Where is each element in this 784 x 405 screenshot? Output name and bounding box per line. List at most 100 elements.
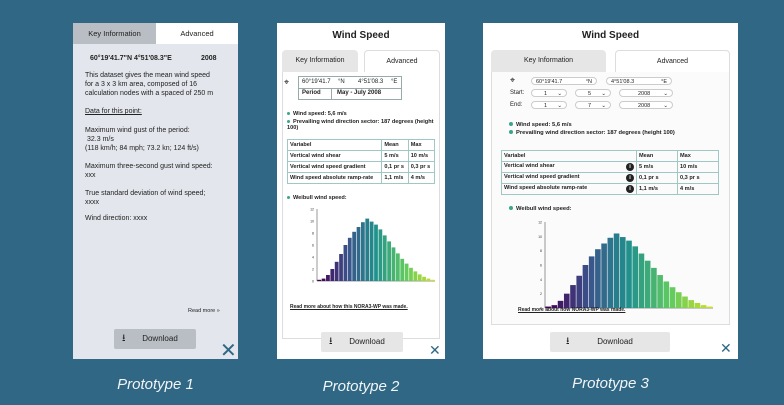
read-more-link[interactable]: Read more about how this NORA3-WP was ma…: [290, 304, 408, 310]
start-label: Start:: [510, 90, 525, 96]
y-tick-label: 6: [312, 244, 314, 248]
chart-bar: [613, 233, 620, 308]
info-icon[interactable]: i: [626, 174, 634, 182]
chart-bar: [374, 224, 378, 281]
three-second-gust-value: xxx: [85, 172, 96, 179]
end-year-value: 2008: [638, 103, 651, 109]
chart-bar: [626, 240, 632, 308]
chart-bar: [663, 281, 670, 308]
chart-bar: [430, 279, 435, 281]
chart-bar: [317, 279, 322, 281]
end-year-select[interactable]: 2008 ⌄: [619, 101, 673, 109]
start-month-value: 5: [588, 91, 592, 97]
chevron-down-icon: ⌄: [601, 103, 606, 109]
close-icon[interactable]: ✕: [720, 341, 732, 355]
download-button[interactable]: ⭳ Download: [550, 332, 670, 352]
gust-conversions: (118 km/h; 84 mph; 73.2 kn; 124 ft/s): [85, 145, 199, 152]
chart-bar: [570, 285, 576, 308]
end-month-select[interactable]: 7 ⌄: [575, 101, 611, 109]
chevron-down-icon: ⌄: [663, 103, 668, 109]
start-year-select[interactable]: 2008 ⌄: [619, 89, 673, 97]
chart-bar: [409, 267, 413, 281]
col-mean: Mean: [636, 150, 678, 162]
start-month-select[interactable]: 5 ⌄: [575, 89, 611, 97]
chart-bar: [365, 218, 370, 281]
end-day-select[interactable]: 1 ⌄: [531, 101, 567, 109]
chart-bar: [675, 292, 682, 308]
y-tick-label: 0: [312, 280, 314, 284]
y-tick-label: 8: [312, 232, 314, 236]
chart-bar: [400, 258, 405, 281]
table-header-row: Variabel Mean Max: [501, 150, 719, 162]
info-icon[interactable]: i: [626, 163, 634, 171]
tab-key-information[interactable]: Key Information: [491, 50, 606, 72]
tab-advanced[interactable]: Advanced: [364, 50, 440, 72]
period-value: May - July 2008: [337, 90, 382, 96]
end-day-value: 1: [544, 103, 548, 109]
col-max: Max: [677, 150, 719, 162]
chart-bar: [638, 253, 645, 308]
table-cell: 1,1 m/s: [381, 172, 409, 184]
gust-label: Maximum wind gust of the period:: [85, 127, 190, 134]
close-icon[interactable]: ✕: [220, 341, 237, 359]
data-point-link[interactable]: Data for this point:: [85, 108, 142, 115]
gust-value: 32.3 m/s: [87, 136, 114, 143]
table-cell: 0,1 pr s: [381, 161, 409, 173]
table-cell: 0,1 pr s: [636, 172, 678, 184]
description-line-2: for a 3 x 3 km area, composed of 16: [85, 81, 198, 88]
chart-bar: [339, 254, 343, 281]
end-label: End:: [510, 102, 523, 108]
period-divider: [331, 88, 332, 100]
tab-advanced[interactable]: Advanced: [615, 50, 730, 72]
y-tick-label: 2: [540, 292, 542, 296]
chart-bar: [632, 246, 639, 308]
download-button[interactable]: ⭳ Download: [321, 332, 403, 352]
chart-bar: [422, 276, 426, 281]
variables-table: Variabel Mean Max Vertical wind shear 5 m/s…: [286, 139, 436, 184]
table-cell: 0,3 pr s: [677, 172, 719, 184]
chart-bar: [576, 275, 583, 308]
start-day-select[interactable]: 1 ⌄: [531, 89, 567, 97]
download-button[interactable]: ⭳ Download: [114, 329, 196, 349]
location-pin-icon: ⌖: [510, 75, 516, 85]
latitude-field[interactable]: 60°19'41.7 °N: [531, 77, 597, 85]
tab-advanced[interactable]: Advanced: [156, 23, 238, 44]
caption-prototype-2: Prototype 2: [322, 378, 400, 395]
description-line-3: calculation nodes with a spaced of 250 m: [85, 90, 214, 97]
chevron-down-icon: ⌄: [601, 91, 606, 97]
y-tick-label: 10: [538, 235, 542, 239]
bullet-icon: [287, 112, 290, 116]
panel-title: Wind Speed: [332, 30, 390, 41]
info-icon[interactable]: i: [626, 185, 634, 193]
bullet-icon: [509, 206, 513, 211]
caption-prototype-1: Prototype 1: [117, 376, 194, 393]
tab-key-information[interactable]: Key Information: [73, 23, 156, 44]
table-cell: 10 m/s: [407, 150, 436, 162]
chart-bar: [347, 237, 352, 281]
close-icon[interactable]: ✕: [429, 343, 441, 357]
y-tick-label: 4: [312, 256, 314, 260]
year: 2008: [201, 55, 217, 62]
download-label: Download: [142, 334, 178, 343]
tab-key-information[interactable]: Key Information: [282, 50, 358, 72]
chart-bar: [426, 278, 431, 281]
prototype-1-panel: Key Information Advanced 60°19'41.7"N 4°…: [73, 23, 238, 359]
chart-bar: [352, 231, 357, 281]
read-more-link[interactable]: Read more »: [188, 308, 220, 314]
chart-bar: [694, 302, 701, 308]
table-row: Vertical wind speed gradient 0,1 pr s 0,3 …: [286, 161, 436, 173]
read-more-link[interactable]: Read more about how NORA3-WP was made.: [518, 307, 625, 313]
chart-bar: [595, 249, 601, 308]
location-pin-icon: ⌖: [284, 77, 290, 87]
start-year-value: 2008: [638, 91, 651, 97]
chart-bar: [588, 256, 595, 308]
y-tick-label: 2: [312, 268, 314, 272]
longitude-field[interactable]: 4°51'08.3 °E: [606, 77, 672, 85]
chart-bar: [651, 267, 657, 308]
col-max: Max: [407, 139, 436, 151]
chart-bar: [582, 265, 589, 308]
chart-bar: [700, 305, 707, 308]
longitude-unit: °E: [661, 79, 667, 85]
chevron-down-icon: ⌄: [663, 91, 668, 97]
chart-bar: [369, 221, 374, 281]
